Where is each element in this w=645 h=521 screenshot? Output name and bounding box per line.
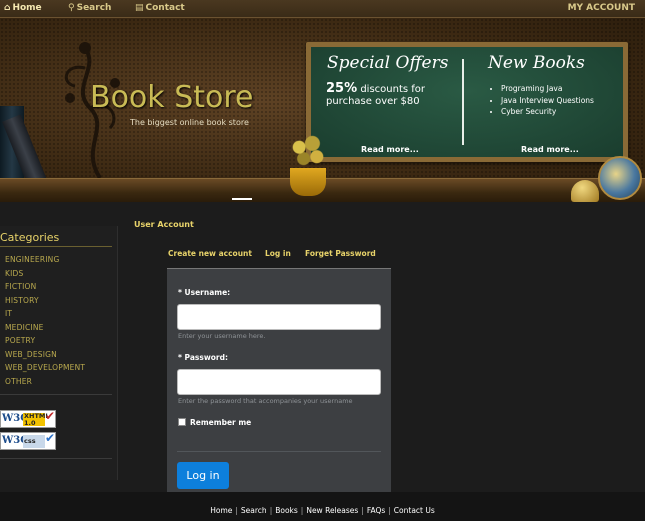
category-link-web-development[interactable]: WEB_DEVELOPMENT — [5, 363, 85, 377]
banner-highlight — [232, 198, 252, 200]
tab-forget-password[interactable]: Forget Password — [305, 249, 376, 258]
footer-link-books[interactable]: Books — [275, 506, 298, 515]
category-link-web-design[interactable]: WEB_DESIGN — [5, 350, 85, 364]
new-book-item[interactable]: Cyber Security — [501, 106, 594, 118]
remember-me-checkbox[interactable] — [178, 418, 186, 426]
new-book-item[interactable]: Java Interview Questions — [501, 95, 594, 107]
category-link-engineering[interactable]: ENGINEERING — [5, 255, 85, 269]
badges-divider — [0, 394, 112, 395]
category-link-history[interactable]: HISTORY — [5, 296, 85, 310]
nav-contact-link[interactable]: ▤ Contact — [135, 3, 185, 13]
footer-separator: | — [361, 506, 364, 515]
footer-link-faqs[interactable]: FAQs — [367, 506, 385, 515]
nav-search-label: Search — [76, 3, 112, 13]
tab-log-in[interactable]: Log in — [265, 249, 291, 258]
footer-separator: | — [300, 506, 304, 515]
nav-home-label: Home — [12, 3, 42, 13]
globe-icon — [598, 156, 642, 200]
bell-icon — [571, 180, 599, 202]
new-book-item[interactable]: Programing Java — [501, 83, 594, 95]
remember-me-label[interactable]: Remember me — [190, 418, 251, 427]
footer-link-search[interactable]: Search — [241, 506, 267, 515]
home-icon: ⌂ — [4, 3, 11, 13]
page-title: User Account — [134, 220, 194, 229]
nav-home-link[interactable]: ⌂ Home — [4, 3, 42, 13]
search-icon: ⚲ — [68, 3, 75, 13]
login-button[interactable]: Log in — [177, 462, 229, 489]
username-input[interactable] — [177, 304, 381, 330]
login-form: * Username: Enter your username here. * … — [167, 268, 391, 492]
username-label: * Username: — [178, 288, 231, 297]
header-banner: Book Store The biggest online book store… — [0, 18, 645, 202]
site-footer: Home | Search | Books | New Releases | FAQs | Cont… — [0, 492, 645, 521]
footer-link-new-releases[interactable]: New Releases — [306, 506, 358, 515]
password-input[interactable] — [177, 369, 381, 395]
category-link-fiction[interactable]: FICTION — [5, 282, 85, 296]
category-link-it[interactable]: IT — [5, 309, 85, 323]
chalkboard: Special Offers 25% discounts for purchas… — [306, 42, 628, 162]
footer-separator: | — [269, 506, 273, 515]
offers-read-more-link[interactable]: Read more... — [361, 145, 419, 154]
category-link-medicine[interactable]: MEDICINE — [5, 323, 85, 337]
special-offers-title: Special Offers — [327, 53, 449, 73]
flower-pot-icon — [290, 168, 326, 196]
xhtml-label: XHTML 1.0 — [23, 412, 50, 427]
plant-icon — [286, 132, 330, 170]
new-books-read-more-link[interactable]: Read more... — [521, 145, 579, 154]
footer-separator: | — [388, 506, 391, 515]
username-hint: Enter your username here. — [178, 332, 266, 340]
form-divider — [177, 451, 381, 452]
discount-percent: 25% — [326, 81, 358, 96]
categories-divider — [0, 246, 112, 247]
badges-bottom-divider — [0, 458, 112, 459]
footer-link-home[interactable]: Home — [210, 506, 232, 515]
site-tagline: The biggest online book store — [130, 118, 249, 127]
my-account-link[interactable]: MY ACCOUNT — [568, 3, 635, 13]
new-books-list: Programing Java Java Interview Questions… — [491, 83, 594, 118]
css-label: css — [23, 435, 45, 448]
nav-contact-label: Contact — [145, 3, 185, 13]
w3c-xhtml-badge[interactable]: W3C XHTML 1.0 ✔ — [0, 409, 56, 428]
chalkboard-divider — [462, 59, 464, 145]
top-navigation: ⌂ Home ⚲ Search ▤ Contact MY ACCOUNT — [0, 0, 645, 18]
footer-separator: | — [235, 506, 238, 515]
special-offers-text: 25% discounts for purchase over $80 — [326, 81, 456, 108]
category-link-other[interactable]: OTHER — [5, 377, 85, 391]
site-title: Book Store — [90, 80, 254, 115]
password-hint: Enter the password that accompanies your… — [178, 397, 353, 405]
tab-create-account[interactable]: Create new account — [168, 249, 252, 258]
nav-search-link[interactable]: ⚲ Search — [68, 3, 111, 13]
categories-heading: Categories — [0, 231, 60, 244]
checkmark-icon: ✔ — [45, 431, 56, 445]
contact-card-icon: ▤ — [135, 3, 144, 13]
categories-sidebar: Categories ENGINEERING KIDS FICTION HIST… — [0, 226, 118, 480]
footer-links: Home | Search | Books | New Releases | FAQs | Cont… — [0, 506, 645, 515]
w3c-css-badge[interactable]: W3C css ✔ — [0, 431, 56, 450]
category-list: ENGINEERING KIDS FICTION HISTORY IT MEDI… — [5, 255, 85, 390]
checkmark-icon: ✔ — [45, 409, 56, 423]
category-link-poetry[interactable]: POETRY — [5, 336, 85, 350]
category-link-kids[interactable]: KIDS — [5, 269, 85, 283]
new-books-title: New Books — [488, 53, 585, 73]
footer-link-contact-us[interactable]: Contact Us — [394, 506, 435, 515]
password-label: * Password: — [178, 353, 228, 362]
chalkboard-surface: Special Offers 25% discounts for purchas… — [311, 47, 623, 157]
